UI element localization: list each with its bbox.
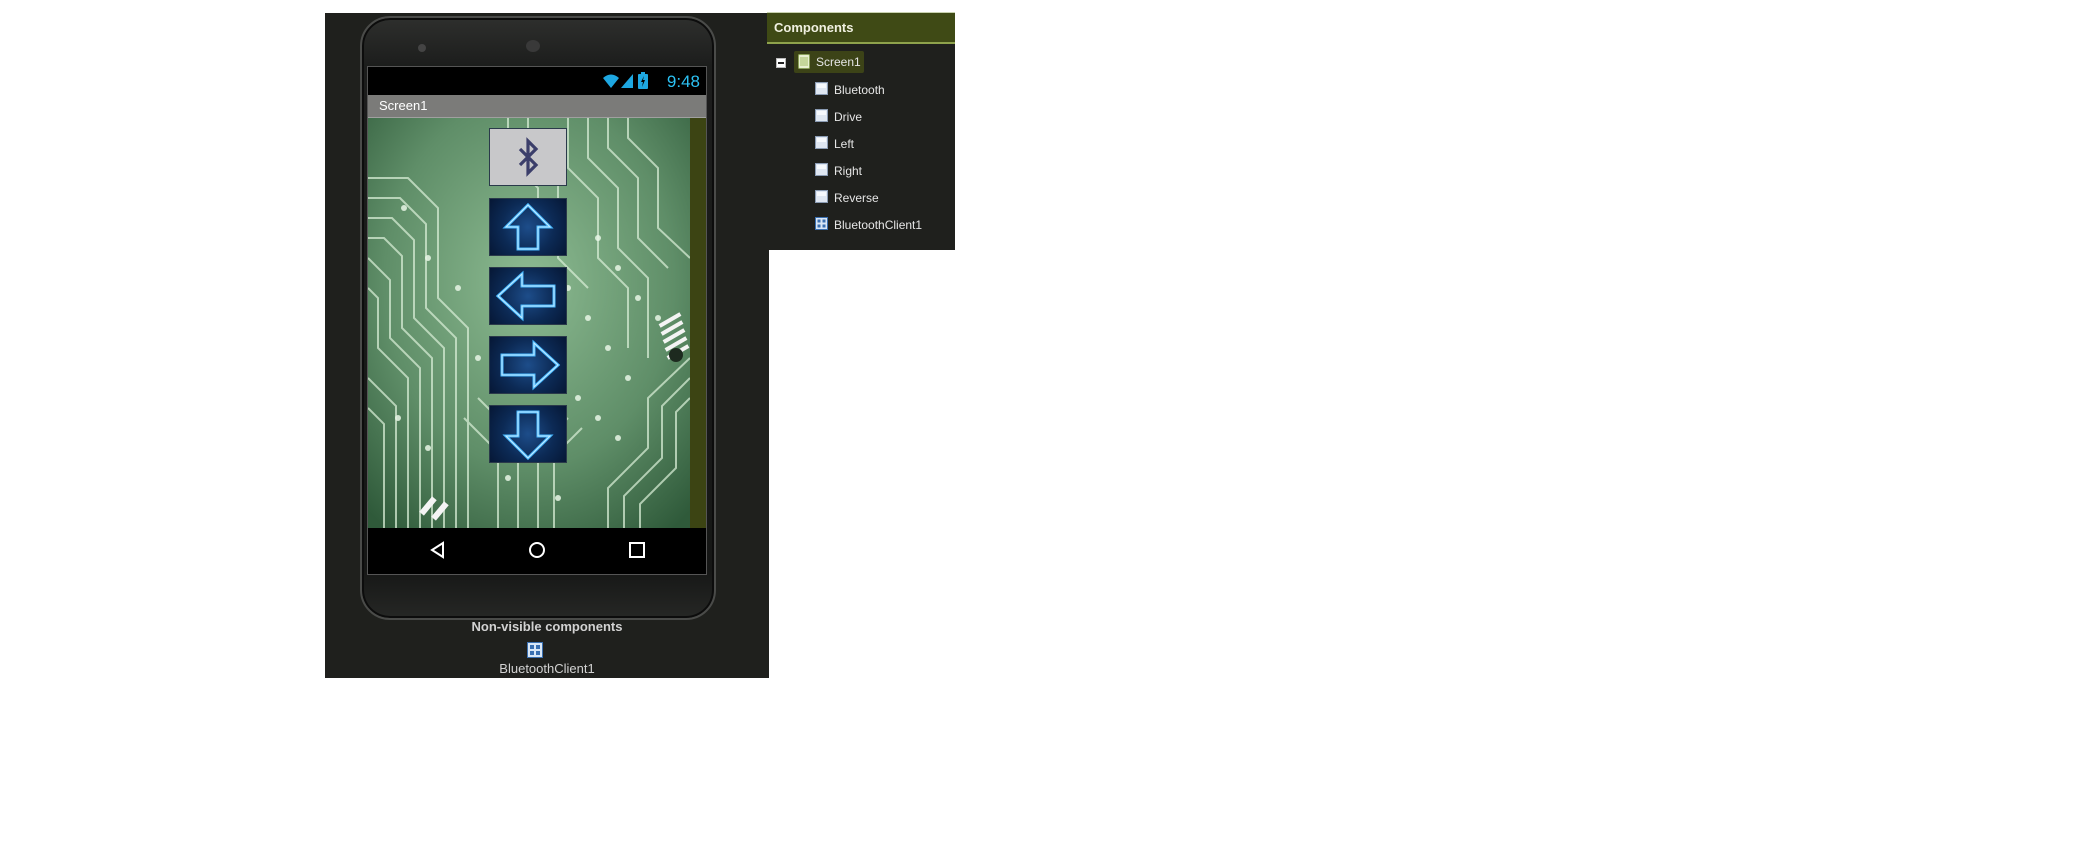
tree-item-label: Screen1 (816, 55, 861, 69)
button-icon (815, 190, 828, 203)
screen-content (368, 118, 706, 528)
tree-item-reverse[interactable]: Reverse (815, 187, 945, 209)
button-icon (815, 109, 828, 122)
bluetooth-icon (518, 137, 539, 177)
battery-icon (638, 72, 648, 89)
tree-item-bluetoothclient1[interactable]: BluetoothClient1 (815, 214, 951, 236)
left-button[interactable] (489, 267, 567, 325)
designer-panel: 9:48 Screen1 Non-visible components Blue… (325, 13, 769, 678)
status-bar: 9:48 (368, 67, 706, 95)
tree-item-label: Bluetooth (834, 83, 885, 97)
tree-item-drive[interactable]: Drive (815, 106, 945, 128)
reverse-button[interactable] (489, 405, 567, 463)
recents-icon[interactable] (627, 540, 647, 560)
tree-item-label: Right (834, 164, 863, 178)
button-icon (815, 82, 828, 95)
back-icon[interactable] (428, 540, 448, 560)
arrow-down-icon (502, 410, 554, 461)
right-button[interactable] (489, 336, 567, 394)
bluetooth-client-icon (815, 217, 828, 230)
tree-item-label: BluetoothClient1 (834, 218, 923, 232)
collapse-toggle-icon[interactable] (776, 58, 786, 68)
bluetooth-button[interactable] (489, 128, 567, 186)
android-nav-bar (368, 528, 706, 574)
non-visible-components-title: Non-visible components (471, 619, 623, 634)
tree-item-label: Reverse (834, 191, 879, 205)
tree-item-bluetooth[interactable]: Bluetooth (815, 79, 945, 101)
phone-screen: 9:48 Screen1 (367, 66, 707, 575)
phone-camera (526, 40, 540, 52)
phone-sensor (418, 44, 426, 52)
arrow-up-icon (502, 202, 554, 251)
tree-item-label: Left (834, 137, 855, 151)
button-icon (815, 136, 828, 149)
button-icon (815, 163, 828, 176)
drive-button[interactable] (489, 198, 567, 256)
arrow-right-icon (500, 339, 561, 391)
home-icon[interactable] (527, 540, 547, 560)
arrow-left-icon (495, 270, 556, 322)
phone-frame: 9:48 Screen1 (360, 16, 716, 620)
tree-item-left[interactable]: Left (815, 133, 945, 155)
bluetooth-client-icon[interactable] (527, 642, 543, 658)
non-visible-item-label[interactable]: BluetoothClient1 (325, 661, 769, 676)
signal-icon (621, 74, 633, 88)
screen-icon (798, 54, 810, 69)
components-panel: Components Screen1 Bluetooth Drive Left (767, 12, 955, 250)
status-time: 9:48 (666, 72, 700, 91)
tree-item-label: Drive (834, 110, 863, 124)
tree-item-screen1[interactable]: Screen1 (794, 51, 864, 73)
tree-item-right[interactable]: Right (815, 160, 945, 182)
screen-title-bar: Screen1 (368, 95, 706, 118)
components-header: Components (767, 13, 955, 44)
screen-scrollbar[interactable] (690, 118, 706, 528)
screen-title: Screen1 (379, 98, 428, 113)
wifi-icon (603, 74, 619, 88)
